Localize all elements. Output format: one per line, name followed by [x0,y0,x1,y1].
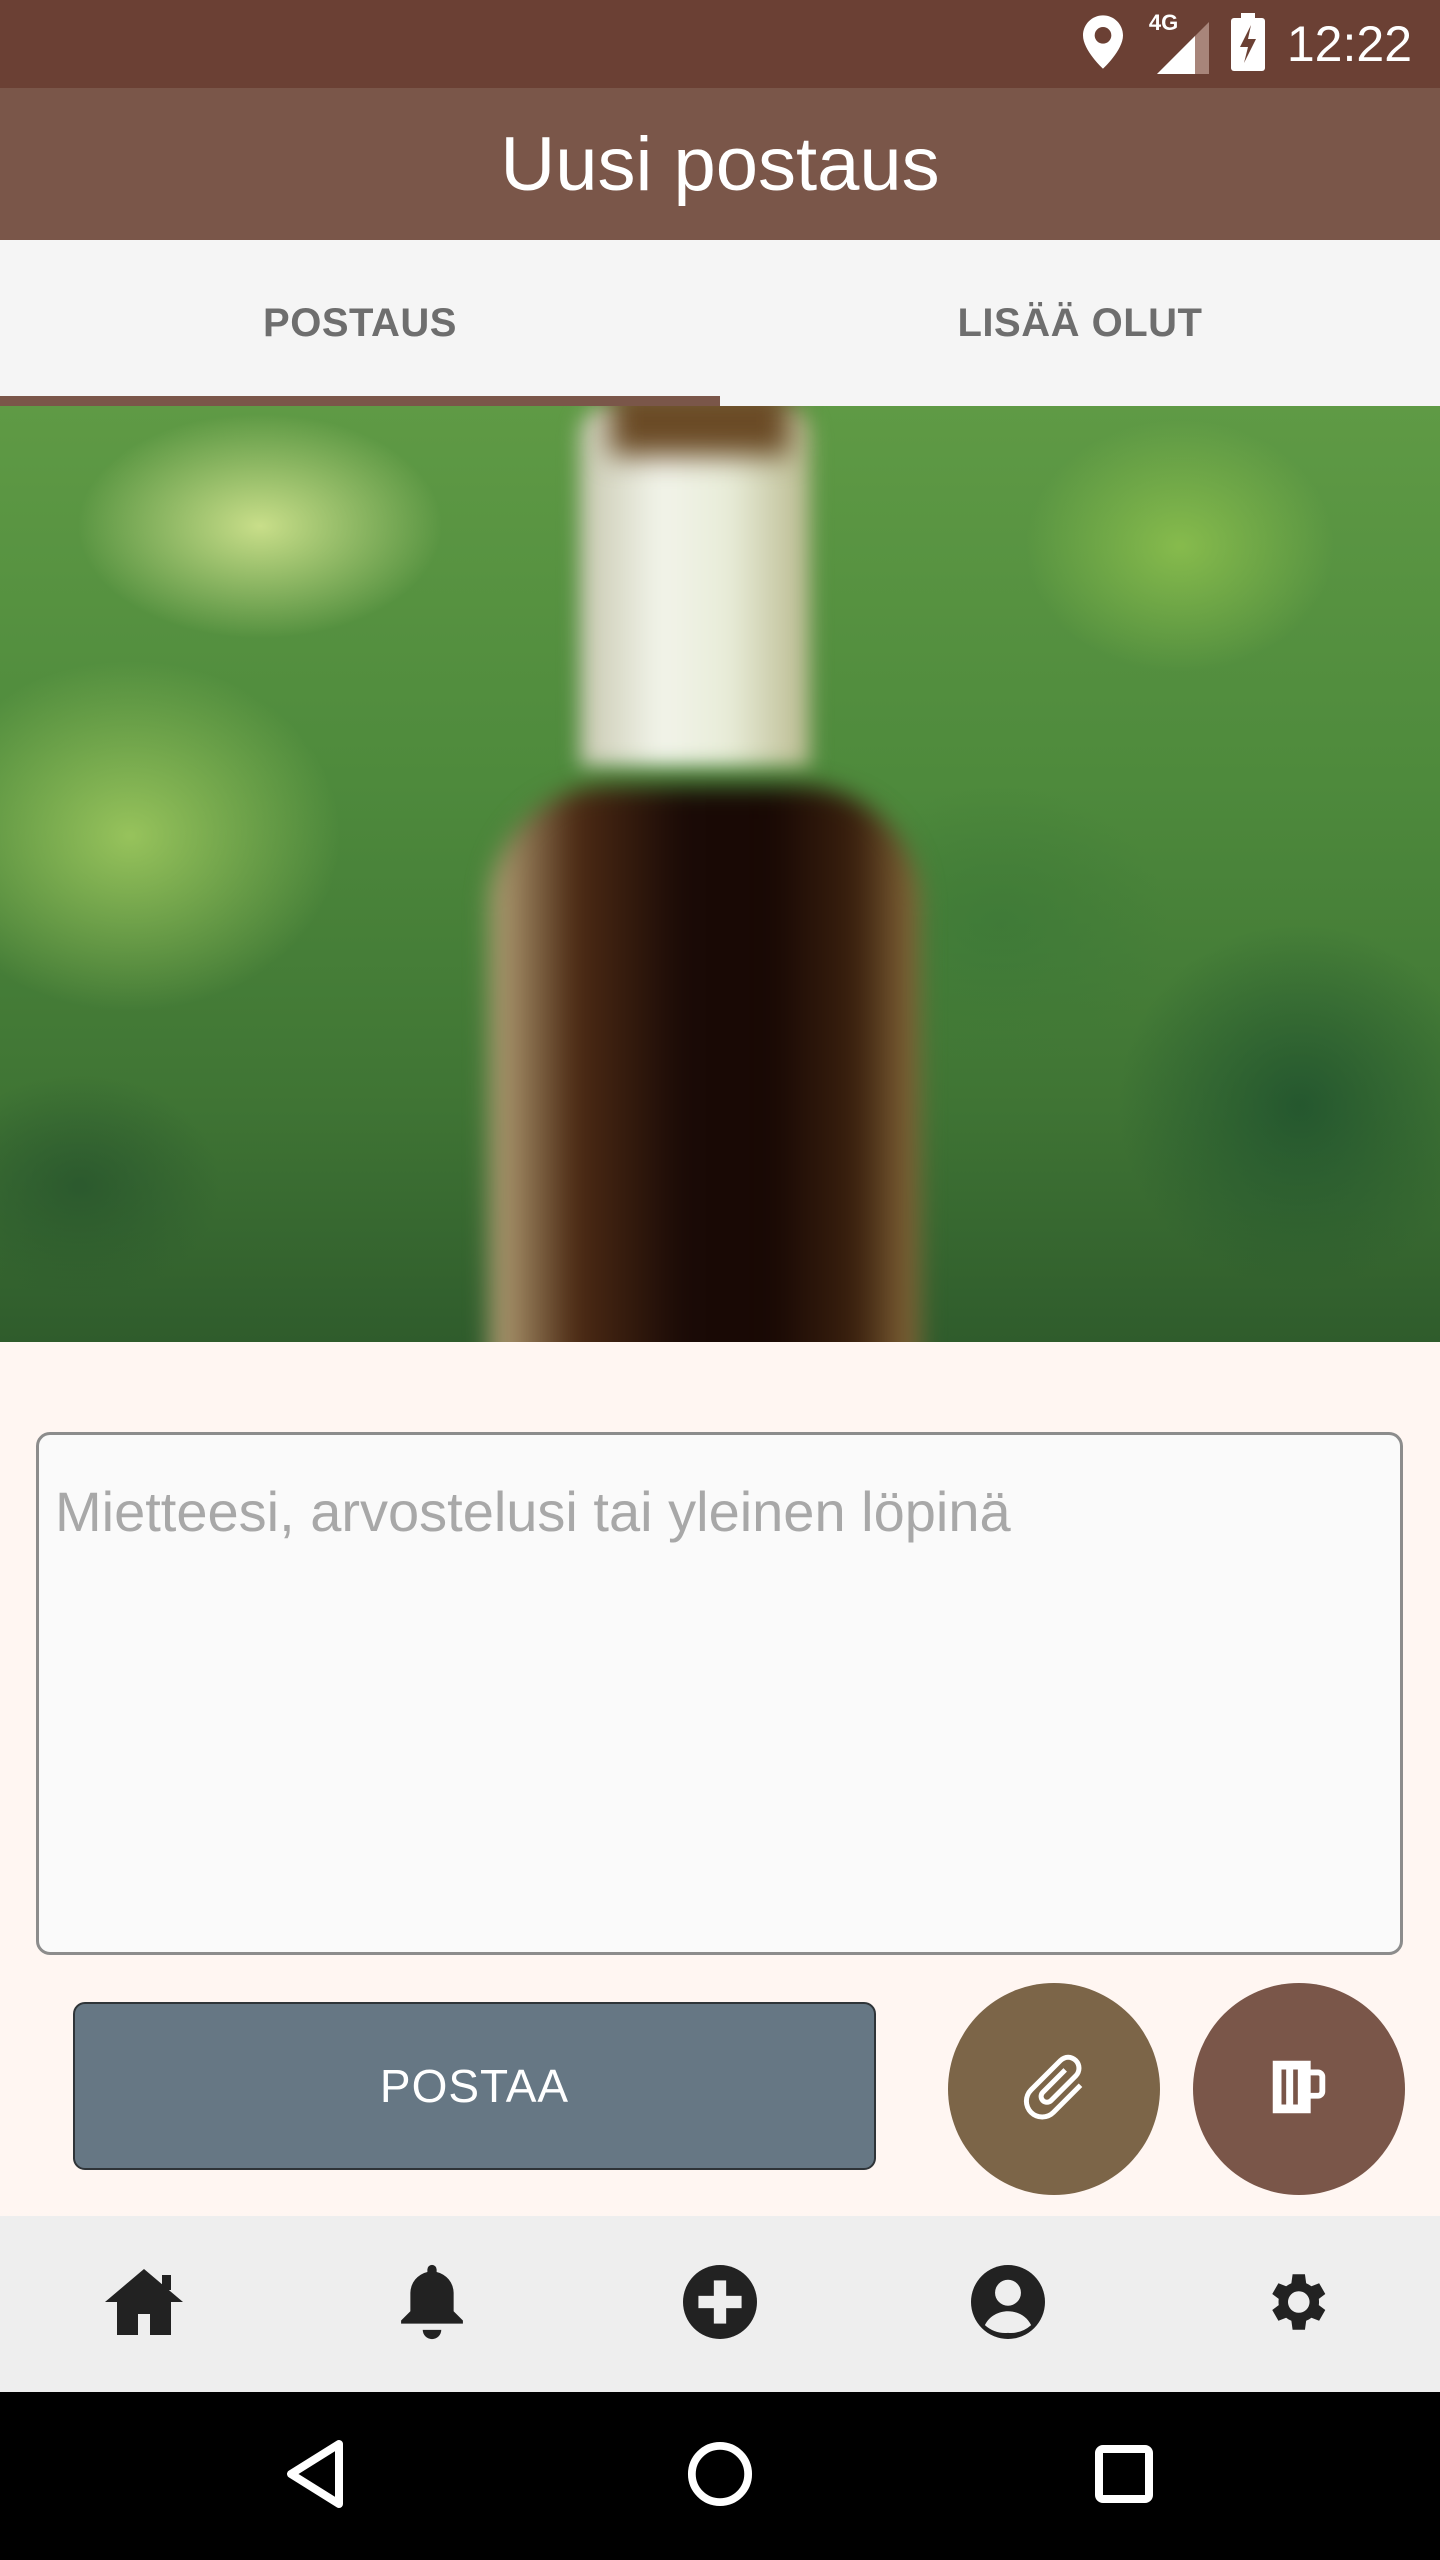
nav-settings[interactable] [1152,2216,1440,2392]
tab-bar: POSTAUS LISÄÄ OLUT [0,240,1440,406]
nav-home[interactable] [0,2216,288,2392]
tab-label: LISÄÄ OLUT [957,300,1203,345]
bottom-navigation [0,2216,1440,2392]
attach-button[interactable] [948,1983,1160,2195]
recents-square-icon [1094,2444,1154,2509]
paperclip-icon [1014,2047,1094,2132]
system-navigation-bar [0,2392,1440,2560]
post-button-label: POSTAA [379,2060,570,2112]
system-recents-button[interactable] [1084,2436,1164,2516]
nav-add-post[interactable] [576,2216,864,2392]
page-title: Uusi postaus [500,121,940,207]
back-icon [283,2438,347,2515]
post-image [0,406,1440,1342]
screen: 4G 12:22 Uusi postaus POSTAUS LISÄÄ OLUT… [0,0,1440,2560]
status-time: 12:22 [1286,16,1412,72]
tab-postaus[interactable]: POSTAUS [0,240,720,406]
location-icon [1082,14,1123,74]
signal-icon: 4G [1145,10,1209,74]
beer-mug-icon [1264,2052,1334,2127]
account-icon [971,2264,1045,2344]
bottle-body [490,786,920,1342]
status-bar: 4G 12:22 [0,0,1440,88]
settings-icon [1259,2265,1333,2344]
nav-profile[interactable] [864,2216,1152,2392]
app-bar: Uusi postaus [0,88,1440,240]
nav-notifications[interactable] [288,2216,576,2392]
tab-label: POSTAUS [263,300,457,345]
bottle-neck [580,406,810,766]
system-back-button[interactable] [275,2436,355,2516]
bell-icon [398,2264,466,2345]
add-beer-button[interactable] [1193,1983,1405,2195]
home-circle-icon [687,2441,753,2512]
home-icon [102,2266,186,2343]
system-home-button[interactable] [680,2436,760,2516]
bottle-cap [610,406,790,456]
battery-charging-icon [1230,12,1265,76]
post-text-field[interactable] [36,1432,1403,1955]
status-icons: 4G 12:22 [1082,0,1412,88]
tab-lisaa-olut[interactable]: LISÄÄ OLUT [720,240,1440,406]
post-button[interactable]: POSTAA [73,2002,876,2170]
post-textarea[interactable] [55,1479,1384,1908]
add-circle-icon [683,2264,757,2344]
